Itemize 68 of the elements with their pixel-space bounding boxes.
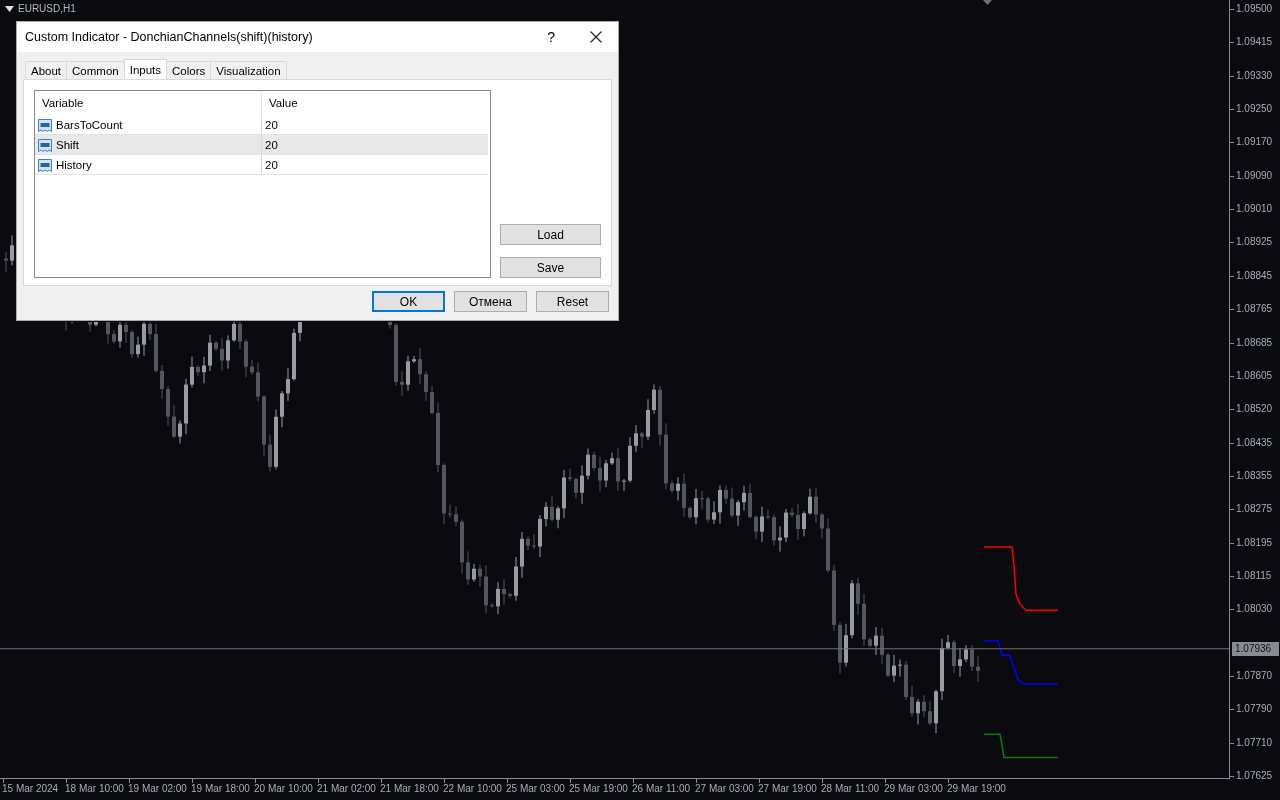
tab[interactable]: Visualization bbox=[210, 61, 287, 79]
price-label: 1.08355 bbox=[1230, 468, 1273, 483]
price-label: 1.08520 bbox=[1230, 402, 1273, 417]
time-label: 19 Mar 02:00 bbox=[128, 779, 191, 800]
current-price-label: 1.07936 bbox=[1232, 641, 1279, 656]
time-label: 29 Mar 03:00 bbox=[884, 779, 947, 800]
dialog-button[interactable]: OK bbox=[372, 291, 445, 312]
table-cell-text: 20 bbox=[264, 137, 279, 153]
time-label: 19 Mar 18:00 bbox=[191, 779, 254, 800]
price-label: 1.08030 bbox=[1230, 602, 1273, 617]
help-button[interactable]: ? bbox=[547, 29, 555, 45]
candle-series bbox=[4, 234, 14, 273]
time-label: 28 Mar 11:00 bbox=[821, 779, 884, 800]
time-label: 29 Mar 19:00 bbox=[947, 779, 1010, 800]
window-title: Custom Indicator - DonchianChannels(shift)(history) bbox=[25, 30, 314, 44]
side-button[interactable]: Save bbox=[500, 257, 601, 278]
price-label: 1.07870 bbox=[1230, 669, 1273, 683]
price-label: 1.08275 bbox=[1230, 502, 1273, 517]
time-label: 15 Mar 2024 bbox=[2, 779, 65, 800]
column-header[interactable]: Value bbox=[262, 91, 490, 115]
price-label: 1.07625 bbox=[1230, 769, 1273, 783]
price-label: 1.09010 bbox=[1230, 202, 1273, 217]
price-label: 1.08115 bbox=[1230, 568, 1272, 583]
price-label: 1.08765 bbox=[1230, 302, 1273, 317]
tab[interactable]: Inputs bbox=[123, 59, 168, 79]
close-icon[interactable] bbox=[590, 31, 602, 43]
time-label: 27 Mar 19:00 bbox=[758, 779, 821, 800]
parameter-icon bbox=[37, 136, 53, 153]
table-cell: History bbox=[56, 158, 92, 171]
price-label: 1.08435 bbox=[1230, 435, 1273, 450]
parameter-icon bbox=[37, 156, 53, 173]
time-label: 21 Mar 02:00 bbox=[317, 779, 380, 800]
price-label: 1.09330 bbox=[1230, 68, 1273, 83]
time-label: 22 Mar 10:00 bbox=[443, 779, 506, 800]
dialog-button[interactable]: Отмена bbox=[454, 291, 527, 312]
dropdown-icon[interactable] bbox=[5, 5, 14, 12]
dialog-button[interactable]: Reset bbox=[536, 291, 609, 312]
tab[interactable]: About bbox=[25, 61, 68, 79]
time-label: 25 Mar 03:00 bbox=[506, 779, 569, 800]
column-header[interactable]: Variable bbox=[35, 91, 262, 115]
time-label: 18 Mar 10:00 bbox=[65, 779, 128, 800]
table-cell: Shift bbox=[56, 138, 79, 151]
price-label: 1.07710 bbox=[1230, 735, 1273, 750]
shift-marker-icon[interactable] bbox=[983, 0, 992, 5]
price-label: 1.08195 bbox=[1230, 535, 1273, 550]
symbol-text: EURUSD,H1 bbox=[18, 3, 76, 14]
price-label: 1.09250 bbox=[1230, 102, 1273, 116]
time-label: 25 Mar 19:00 bbox=[569, 779, 632, 800]
price-label: 1.09415 bbox=[1230, 35, 1273, 50]
price-label: 1.07790 bbox=[1230, 702, 1273, 717]
time-label: 26 Mar 11:00 bbox=[632, 779, 695, 800]
price-label: 1.09170 bbox=[1230, 135, 1273, 150]
table-row[interactable]: History 20 bbox=[35, 155, 488, 175]
table-cell: BarsToCount bbox=[56, 118, 123, 131]
price-label: 1.09500 bbox=[1230, 2, 1273, 16]
price-label: 1.08685 bbox=[1230, 335, 1273, 350]
time-label: 20 Mar 10:00 bbox=[254, 779, 317, 800]
table-cell-text: 20 bbox=[264, 117, 279, 133]
table-row[interactable]: Shift 20 bbox=[35, 135, 488, 155]
time-label: 27 Mar 03:00 bbox=[695, 779, 758, 800]
side-button[interactable]: Load bbox=[500, 224, 601, 245]
price-label: 1.08845 bbox=[1230, 268, 1273, 283]
parameter-icon bbox=[37, 116, 53, 133]
price-label: 1.08925 bbox=[1230, 235, 1273, 250]
price-label: 1.08605 bbox=[1230, 368, 1273, 383]
price-label: 1.09090 bbox=[1230, 168, 1273, 183]
time-label: 21 Mar 18:00 bbox=[380, 779, 443, 800]
table-cell-text: 20 bbox=[264, 157, 279, 173]
